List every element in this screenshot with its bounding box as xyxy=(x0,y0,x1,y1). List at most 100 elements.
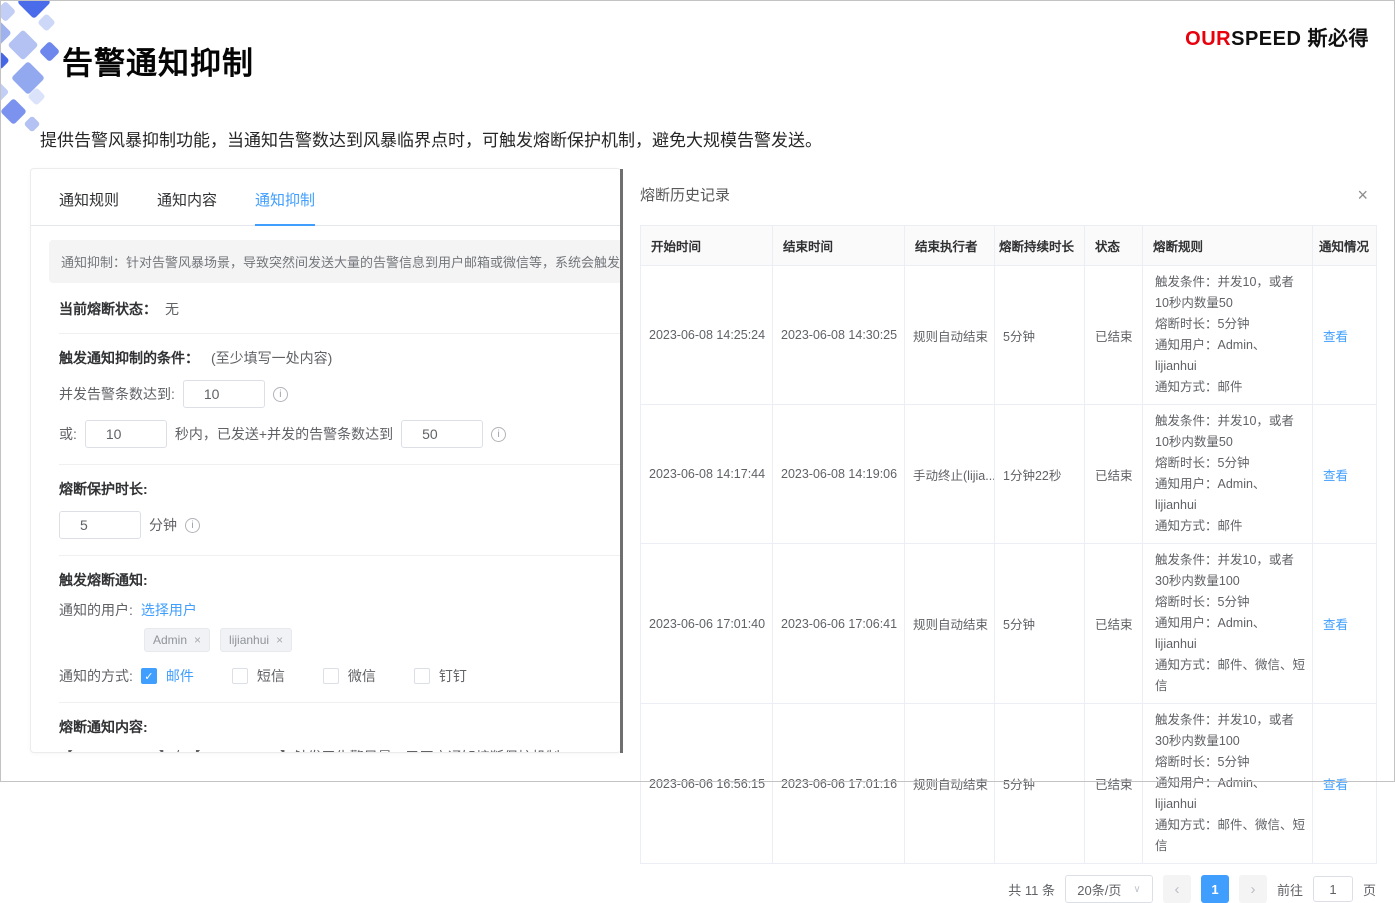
condition-title: 触发通知抑制的条件： xyxy=(59,348,199,368)
column-header-6: 熔断规则 xyxy=(1143,226,1313,266)
rule-line: 触发条件：并发10，或者30秒内数量100 xyxy=(1155,550,1306,592)
section-divider xyxy=(59,464,621,465)
view-link[interactable]: 查看 xyxy=(1323,330,1348,344)
prev-page-button[interactable]: ‹ xyxy=(1163,875,1191,903)
view-link[interactable]: 查看 xyxy=(1323,778,1348,792)
cell-executor: 规则自动结束 xyxy=(905,704,995,864)
window-seconds-input[interactable] xyxy=(85,420,167,448)
view-link[interactable]: 查看 xyxy=(1323,618,1348,632)
window-condition-row: 或: 秒内，已发送+并发的告警条数达到 i xyxy=(31,420,621,448)
notify-method-row: 通知的方式: ✓邮件 短信 微信 钉钉 xyxy=(31,666,621,686)
or-label: 或: xyxy=(59,424,77,444)
content-title-row: 熔断通知内容: xyxy=(31,717,621,737)
notify-settings-card: 通知规则 通知内容 通知抑制 通知抑制：针对告警风暴场景，导致突然间发送大量的告警信… xyxy=(30,168,621,753)
fuse-history-panel: 熔断历史记录 × 开始时间结束时间结束执行者熔断持续时长状态熔断规则通知情况 2… xyxy=(640,184,1376,903)
select-user-link[interactable]: 选择用户 xyxy=(141,600,197,620)
cell-action: 查看 xyxy=(1313,704,1377,864)
threshold-count-input[interactable] xyxy=(401,420,483,448)
column-header-1: 开始时间 xyxy=(641,226,773,266)
rule-line: 通知用户：Admin、lijianhui xyxy=(1155,613,1306,655)
view-link[interactable]: 查看 xyxy=(1323,469,1348,483)
column-header-2: 结束时间 xyxy=(773,226,905,266)
page-size-value: 20条/页 xyxy=(1077,880,1121,899)
concurrent-label: 并发告警条数达到: xyxy=(59,384,175,404)
page-size-select[interactable]: 20条/页 ∨ xyxy=(1065,875,1153,903)
checkbox-icon[interactable] xyxy=(323,668,339,684)
window-label: 秒内，已发送+并发的告警条数达到 xyxy=(175,424,393,444)
current-page-button[interactable]: 1 xyxy=(1201,875,1229,903)
table-row: 2023-06-08 14:17:442023-06-08 14:19:06手动… xyxy=(641,405,1377,544)
cell-rule: 触发条件：并发10，或者10秒内数量50熔断时长：5分钟通知用户：Admin、l… xyxy=(1143,266,1313,405)
rule-line: 熔断时长：5分钟 xyxy=(1155,752,1306,773)
protect-duration-title: 熔断保护时长: xyxy=(59,481,148,497)
current-status-row: 当前熔断状态： 无 xyxy=(31,299,621,319)
concurrent-condition-row: 并发告警条数达到: i xyxy=(31,380,621,408)
cell-duration: 5分钟 xyxy=(995,544,1085,704)
tag-close-icon[interactable]: × xyxy=(276,633,283,647)
close-icon[interactable]: × xyxy=(1357,186,1368,204)
cell-rule: 触发条件：并发10，或者10秒内数量50熔断时长：5分钟通知用户：Admin、l… xyxy=(1143,405,1313,544)
left-tab-2[interactable]: 通知内容 xyxy=(157,189,217,225)
cell-status: 已结束 xyxy=(1085,405,1143,544)
cell-end-time: 2023-06-06 17:06:41 xyxy=(773,544,905,704)
checkbox-icon[interactable] xyxy=(232,668,248,684)
current-status-label: 当前熔断状态： xyxy=(59,299,157,319)
cell-start-time: 2023-06-06 17:01:40 xyxy=(641,544,773,704)
table-row: 2023-06-06 16:56:152023-06-06 17:01:16规则… xyxy=(641,704,1377,864)
notify-method-option[interactable]: 钉钉 xyxy=(414,666,467,686)
protect-duration-row: 分钟 i xyxy=(31,511,621,539)
fuse-history-title: 熔断历史记录 xyxy=(640,184,730,205)
goto-page-input[interactable] xyxy=(1313,876,1353,902)
cell-action: 查看 xyxy=(1313,405,1377,544)
next-page-button[interactable]: › xyxy=(1239,875,1267,903)
checkbox-icon[interactable] xyxy=(414,668,430,684)
column-header-5: 状态 xyxy=(1085,226,1143,266)
left-tab-3[interactable]: 通知抑制 xyxy=(255,189,315,226)
cell-action: 查看 xyxy=(1313,544,1377,704)
selected-user-tags: Admin×lijianhui× xyxy=(144,628,621,652)
goto-page-unit: 页 xyxy=(1363,880,1376,899)
notify-method-option[interactable]: 短信 xyxy=(232,666,285,686)
logo-our: OUR xyxy=(1185,28,1231,50)
fuse-content-template: 【{APP_NAME}】在【{DATETIME}】触发了告警风暴，已开启通知熔断… xyxy=(31,747,621,753)
cell-executor: 手动终止(lijia... xyxy=(905,405,995,544)
cell-executor: 规则自动结束 xyxy=(905,544,995,704)
left-tab-1[interactable]: 通知规则 xyxy=(59,189,119,225)
cell-start-time: 2023-06-08 14:25:24 xyxy=(641,266,773,405)
cell-duration: 5分钟 xyxy=(995,704,1085,864)
cell-end-time: 2023-06-06 17:01:16 xyxy=(773,704,905,864)
section-divider xyxy=(59,702,621,703)
protect-duration-input[interactable] xyxy=(59,511,141,539)
left-panel-tabs: 通知规则 通知内容 通知抑制 xyxy=(31,169,621,226)
notify-method-option[interactable]: 微信 xyxy=(323,666,376,686)
user-tag-label: lijianhui xyxy=(229,633,269,647)
cell-executor: 规则自动结束 xyxy=(905,266,995,405)
page-subtitle: 提供告警风暴抑制功能，当通知告警数达到风暴临界点时，可触发熔断保护机制，避免大规… xyxy=(40,126,822,151)
suppression-info-alert: 通知抑制：针对告警风暴场景，导致突然间发送大量的告警信息到用户邮箱或微信等，系统… xyxy=(49,240,621,283)
cell-start-time: 2023-06-06 16:56:15 xyxy=(641,704,773,864)
trigger-notify-title: 触发熔断通知: xyxy=(59,572,148,588)
column-header-7: 通知情况 xyxy=(1313,226,1377,266)
ourspeed-logo: OURSPEED 斯必得 xyxy=(1185,22,1369,51)
cell-duration: 5分钟 xyxy=(995,266,1085,405)
panel-divider xyxy=(620,169,623,753)
cell-end-time: 2023-06-08 14:30:25 xyxy=(773,266,905,405)
concurrent-count-input[interactable] xyxy=(183,380,265,408)
notify-method-option-label: 微信 xyxy=(348,666,376,686)
notify-method-option-label: 钉钉 xyxy=(439,666,467,686)
page-title: 告警通知抑制 xyxy=(62,38,254,83)
total-count: 共 11 条 xyxy=(1008,880,1055,899)
logo-cn: 斯必得 xyxy=(1301,28,1369,50)
table-header-row: 开始时间结束时间结束执行者熔断持续时长状态熔断规则通知情况 xyxy=(641,226,1377,266)
checkbox-checked-icon[interactable]: ✓ xyxy=(141,668,157,684)
fuse-history-table: 开始时间结束时间结束执行者熔断持续时长状态熔断规则通知情况 2023-06-08… xyxy=(640,225,1377,864)
cell-rule: 触发条件：并发10，或者30秒内数量100熔断时长：5分钟通知用户：Admin、… xyxy=(1143,704,1313,864)
section-divider xyxy=(59,555,621,556)
condition-hint: (至少填写一处内容) xyxy=(211,348,332,368)
tag-close-icon[interactable]: × xyxy=(194,633,201,647)
cell-action: 查看 xyxy=(1313,266,1377,405)
notify-method-option[interactable]: ✓邮件 xyxy=(141,666,194,686)
notify-method-label: 通知的方式: xyxy=(59,666,133,686)
chevron-down-icon: ∨ xyxy=(1133,884,1140,895)
rule-line: 通知方式：邮件、微信、短信 xyxy=(1155,655,1306,697)
